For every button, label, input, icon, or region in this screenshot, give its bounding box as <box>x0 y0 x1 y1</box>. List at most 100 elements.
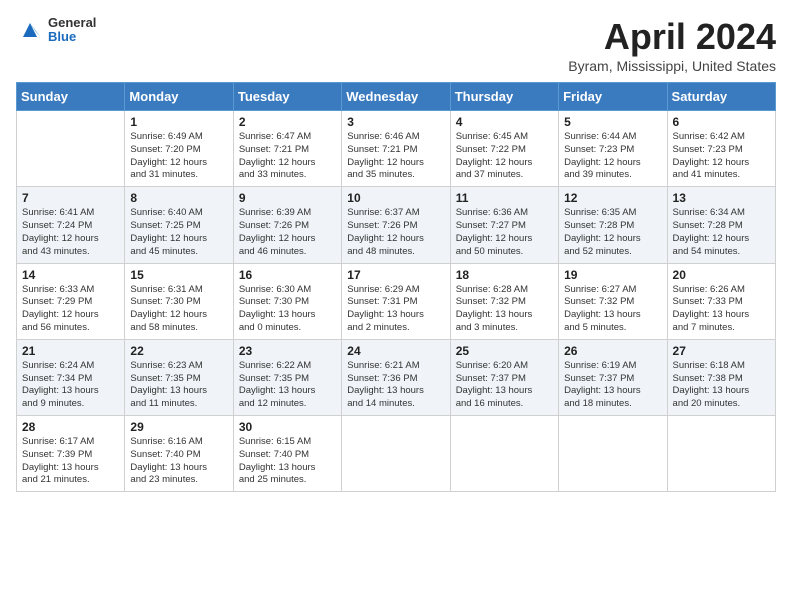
logo-blue: Blue <box>48 30 96 44</box>
week-row-2: 14 Sunrise: 6:33 AM Sunset: 7:29 PM Dayli… <box>17 263 776 339</box>
calendar-cell <box>342 416 450 492</box>
calendar-cell: 30 Sunrise: 6:15 AM Sunset: 7:40 PM Dayli… <box>233 416 341 492</box>
day-number: 25 <box>456 344 553 358</box>
logo: General Blue <box>16 16 96 45</box>
day-info: Sunrise: 6:30 AM Sunset: 7:30 PM Dayligh… <box>239 284 336 335</box>
day-info: Sunrise: 6:36 AM Sunset: 7:27 PM Dayligh… <box>456 207 553 258</box>
day-number: 27 <box>673 344 770 358</box>
day-number: 20 <box>673 268 770 282</box>
day-number: 7 <box>22 191 119 205</box>
calendar-cell: 28 Sunrise: 6:17 AM Sunset: 7:39 PM Dayli… <box>17 416 125 492</box>
calendar-cell: 26 Sunrise: 6:19 AM Sunset: 7:37 PM Dayli… <box>559 339 667 415</box>
day-info: Sunrise: 6:46 AM Sunset: 7:21 PM Dayligh… <box>347 131 444 182</box>
day-info: Sunrise: 6:22 AM Sunset: 7:35 PM Dayligh… <box>239 360 336 411</box>
day-number: 9 <box>239 191 336 205</box>
title-block: April 2024 Byram, Mississippi, United St… <box>568 16 776 74</box>
calendar-cell: 10Sunrise: 6:37 AM Sunset: 7:26 PM Dayli… <box>342 187 450 263</box>
day-info: Sunrise: 6:19 AM Sunset: 7:37 PM Dayligh… <box>564 360 661 411</box>
day-info: Sunrise: 6:42 AM Sunset: 7:23 PM Dayligh… <box>673 131 770 182</box>
day-number: 28 <box>22 420 119 434</box>
day-number: 16 <box>239 268 336 282</box>
day-info: Sunrise: 6:40 AM Sunset: 7:25 PM Dayligh… <box>130 207 227 258</box>
day-info: Sunrise: 6:45 AM Sunset: 7:22 PM Dayligh… <box>456 131 553 182</box>
day-info: Sunrise: 6:34 AM Sunset: 7:28 PM Dayligh… <box>673 207 770 258</box>
day-info: Sunrise: 6:47 AM Sunset: 7:21 PM Dayligh… <box>239 131 336 182</box>
week-row-4: 28 Sunrise: 6:17 AM Sunset: 7:39 PM Dayli… <box>17 416 776 492</box>
day-number: 23 <box>239 344 336 358</box>
calendar-cell: 1Sunrise: 6:49 AM Sunset: 7:20 PM Daylig… <box>125 111 233 187</box>
day-of-week-row: SundayMondayTuesdayWednesdayThursdayFrid… <box>17 83 776 111</box>
day-info: Sunrise: 6:21 AM Sunset: 7:36 PM Dayligh… <box>347 360 444 411</box>
day-number: 24 <box>347 344 444 358</box>
calendar-cell: 22 Sunrise: 6:23 AM Sunset: 7:35 PM Dayli… <box>125 339 233 415</box>
calendar-cell: 17 Sunrise: 6:29 AM Sunset: 7:31 PM Dayli… <box>342 263 450 339</box>
week-row-1: 7 Sunrise: 6:41 AM Sunset: 7:24 PM Daylig… <box>17 187 776 263</box>
day-info: Sunrise: 6:27 AM Sunset: 7:32 PM Dayligh… <box>564 284 661 335</box>
calendar-cell: 7 Sunrise: 6:41 AM Sunset: 7:24 PM Daylig… <box>17 187 125 263</box>
day-info: Sunrise: 6:17 AM Sunset: 7:39 PM Dayligh… <box>22 436 119 487</box>
calendar-cell: 4 Sunrise: 6:45 AM Sunset: 7:22 PM Daylig… <box>450 111 558 187</box>
day-info: Sunrise: 6:41 AM Sunset: 7:24 PM Dayligh… <box>22 207 119 258</box>
calendar-cell: 25 Sunrise: 6:20 AM Sunset: 7:37 PM Dayli… <box>450 339 558 415</box>
day-number: 6 <box>673 115 770 129</box>
calendar-cell: 11Sunrise: 6:36 AM Sunset: 7:27 PM Dayli… <box>450 187 558 263</box>
day-info: Sunrise: 6:15 AM Sunset: 7:40 PM Dayligh… <box>239 436 336 487</box>
day-info: Sunrise: 6:44 AM Sunset: 7:23 PM Dayligh… <box>564 131 661 182</box>
calendar-cell: 18 Sunrise: 6:28 AM Sunset: 7:32 PM Dayli… <box>450 263 558 339</box>
calendar-cell <box>17 111 125 187</box>
day-number: 3 <box>347 115 444 129</box>
day-number: 29 <box>130 420 227 434</box>
day-info: Sunrise: 6:18 AM Sunset: 7:38 PM Dayligh… <box>673 360 770 411</box>
day-number: 18 <box>456 268 553 282</box>
day-number: 8 <box>130 191 227 205</box>
day-info: Sunrise: 6:28 AM Sunset: 7:32 PM Dayligh… <box>456 284 553 335</box>
dow-wednesday: Wednesday <box>342 83 450 111</box>
day-number: 17 <box>347 268 444 282</box>
day-number: 26 <box>564 344 661 358</box>
calendar-cell: 23 Sunrise: 6:22 AM Sunset: 7:35 PM Dayli… <box>233 339 341 415</box>
week-row-0: 1Sunrise: 6:49 AM Sunset: 7:20 PM Daylig… <box>17 111 776 187</box>
day-number: 21 <box>22 344 119 358</box>
day-info: Sunrise: 6:49 AM Sunset: 7:20 PM Dayligh… <box>130 131 227 182</box>
calendar-cell: 12 Sunrise: 6:35 AM Sunset: 7:28 PM Dayli… <box>559 187 667 263</box>
day-number: 2 <box>239 115 336 129</box>
calendar-cell <box>559 416 667 492</box>
calendar-cell: 29Sunrise: 6:16 AM Sunset: 7:40 PM Dayli… <box>125 416 233 492</box>
logo-general: General <box>48 16 96 30</box>
day-number: 19 <box>564 268 661 282</box>
calendar-cell <box>450 416 558 492</box>
day-info: Sunrise: 6:39 AM Sunset: 7:26 PM Dayligh… <box>239 207 336 258</box>
dow-saturday: Saturday <box>667 83 775 111</box>
day-info: Sunrise: 6:26 AM Sunset: 7:33 PM Dayligh… <box>673 284 770 335</box>
calendar-cell: 15 Sunrise: 6:31 AM Sunset: 7:30 PM Dayli… <box>125 263 233 339</box>
calendar-cell: 20 Sunrise: 6:26 AM Sunset: 7:33 PM Dayli… <box>667 263 775 339</box>
day-number: 30 <box>239 420 336 434</box>
calendar-cell: 6 Sunrise: 6:42 AM Sunset: 7:23 PM Daylig… <box>667 111 775 187</box>
day-number: 22 <box>130 344 227 358</box>
day-info: Sunrise: 6:29 AM Sunset: 7:31 PM Dayligh… <box>347 284 444 335</box>
day-info: Sunrise: 6:23 AM Sunset: 7:35 PM Dayligh… <box>130 360 227 411</box>
month-title: April 2024 <box>568 16 776 58</box>
location: Byram, Mississippi, United States <box>568 58 776 74</box>
calendar-cell: 9 Sunrise: 6:39 AM Sunset: 7:26 PM Daylig… <box>233 187 341 263</box>
calendar-cell: 2 Sunrise: 6:47 AM Sunset: 7:21 PM Daylig… <box>233 111 341 187</box>
dow-thursday: Thursday <box>450 83 558 111</box>
day-number: 5 <box>564 115 661 129</box>
day-info: Sunrise: 6:24 AM Sunset: 7:34 PM Dayligh… <box>22 360 119 411</box>
calendar-body: 1Sunrise: 6:49 AM Sunset: 7:20 PM Daylig… <box>17 111 776 492</box>
calendar-cell: 24 Sunrise: 6:21 AM Sunset: 7:36 PM Dayli… <box>342 339 450 415</box>
day-number: 15 <box>130 268 227 282</box>
page-header: General Blue April 2024 Byram, Mississip… <box>16 16 776 74</box>
day-info: Sunrise: 6:20 AM Sunset: 7:37 PM Dayligh… <box>456 360 553 411</box>
day-info: Sunrise: 6:33 AM Sunset: 7:29 PM Dayligh… <box>22 284 119 335</box>
day-number: 12 <box>564 191 661 205</box>
dow-sunday: Sunday <box>17 83 125 111</box>
day-info: Sunrise: 6:35 AM Sunset: 7:28 PM Dayligh… <box>564 207 661 258</box>
week-row-3: 21 Sunrise: 6:24 AM Sunset: 7:34 PM Dayli… <box>17 339 776 415</box>
day-number: 14 <box>22 268 119 282</box>
calendar-cell: 19 Sunrise: 6:27 AM Sunset: 7:32 PM Dayli… <box>559 263 667 339</box>
day-info: Sunrise: 6:31 AM Sunset: 7:30 PM Dayligh… <box>130 284 227 335</box>
day-number: 4 <box>456 115 553 129</box>
logo-icon <box>16 16 44 44</box>
calendar-cell <box>667 416 775 492</box>
